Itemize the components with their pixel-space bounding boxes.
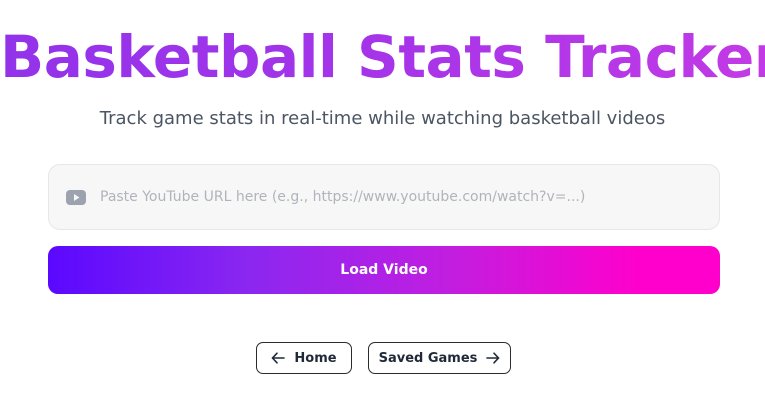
saved-games-button-label: Saved Games bbox=[378, 350, 478, 366]
youtube-url-field[interactable] bbox=[48, 164, 720, 230]
arrow-left-icon bbox=[272, 352, 286, 364]
page-title: Basketball Stats Tracker bbox=[0, 23, 765, 91]
home-button[interactable]: Home bbox=[256, 342, 352, 374]
saved-games-button[interactable]: Saved Games bbox=[368, 342, 511, 374]
page-subtitle: Track game stats in real-time while watc… bbox=[99, 108, 666, 129]
youtube-icon bbox=[66, 190, 86, 205]
home-button-label: Home bbox=[294, 350, 337, 366]
arrow-right-icon bbox=[486, 352, 500, 364]
youtube-url-input[interactable] bbox=[100, 165, 700, 229]
load-video-button[interactable]: Load Video bbox=[48, 246, 720, 294]
page: Basketball Stats Tracker Track game stat… bbox=[0, 0, 765, 411]
